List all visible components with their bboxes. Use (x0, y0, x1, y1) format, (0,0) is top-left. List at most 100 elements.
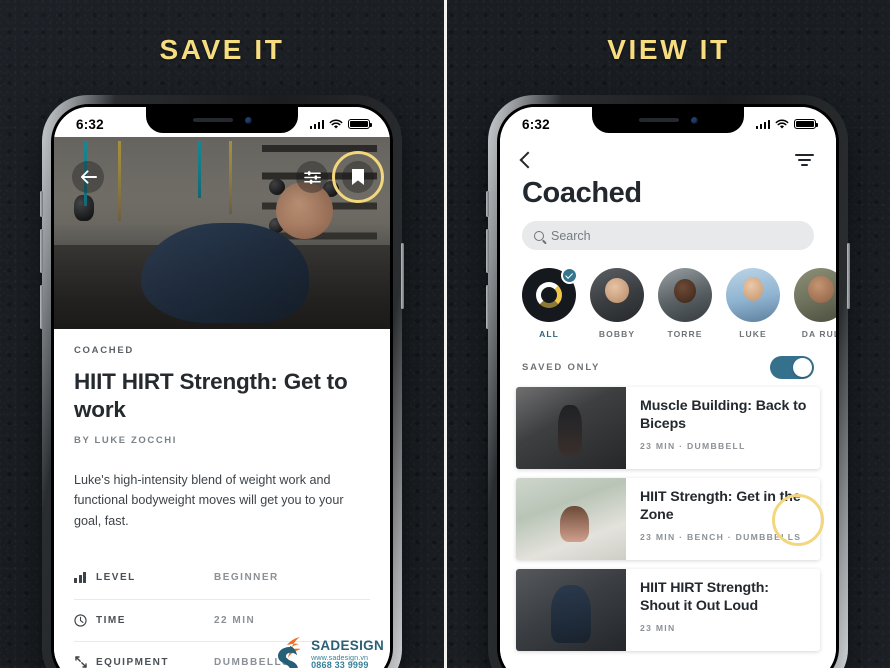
phone-power-button[interactable] (847, 243, 850, 309)
coach-chip-luke[interactable]: LUKE (726, 268, 780, 339)
chevron-left-icon (519, 151, 537, 169)
workout-card[interactable]: Muscle Building: Back to Biceps 23 MIN ·… (516, 387, 820, 469)
phone-volume-down-button[interactable] (40, 285, 43, 329)
page-title: Coached (522, 177, 642, 209)
sliders-icon (303, 170, 321, 184)
phone-mockup-right: 6:32 Coached Search ALL BOBBY TORRE LUKE… (486, 95, 850, 668)
workout-card-meta: 23 MIN (640, 622, 676, 633)
meta-label: TIME (96, 614, 126, 626)
list-topbar (500, 137, 836, 171)
back-button[interactable] (72, 161, 104, 193)
workout-card-body: HIIT HIRT Strength: Shout it Out Loud 23… (626, 569, 820, 651)
front-camera (690, 116, 698, 124)
watermark-phone: 0868 33 9999 (311, 660, 369, 668)
coach-chip-all[interactable]: ALL (522, 267, 578, 339)
saved-only-toggle-highlight-ring (772, 494, 824, 546)
phone-bezel-left: 6:32 COACHED HIIT HIRT Strength: Get to … (51, 104, 393, 668)
coach-label: LUKE (739, 329, 767, 339)
wifi-icon (775, 118, 789, 129)
workout-thumbnail (516, 478, 626, 560)
screen-left: 6:32 COACHED HIIT HIRT Strength: Get to … (54, 107, 390, 668)
workout-byline: BY LUKE ZOCCHI (74, 434, 177, 446)
panel-divider (444, 0, 447, 668)
sadesign-watermark: SADESIGN www.sadesign.vn 0868 33 9999 (270, 633, 384, 668)
cellular-signal-icon (309, 119, 324, 129)
phone-mute-button[interactable] (486, 191, 489, 217)
bar-chart-icon (74, 572, 96, 584)
front-camera (244, 116, 252, 124)
status-bar-right: 6:32 (500, 107, 836, 137)
battery-full-icon (348, 118, 372, 130)
filter-button[interactable] (795, 154, 814, 166)
phone-power-button[interactable] (401, 243, 404, 309)
workout-filter-button[interactable] (296, 161, 328, 193)
saved-only-label: SAVED ONLY (522, 361, 601, 373)
all-coaches-icon (536, 282, 562, 308)
phone-volume-down-button[interactable] (486, 285, 489, 329)
saved-only-toggle[interactable] (770, 355, 814, 379)
coach-filter-strip[interactable]: ALL BOBBY TORRE LUKE DA RU (500, 250, 836, 339)
sadesign-logo-icon (270, 633, 308, 668)
workout-card-meta: 23 MIN · DUMBBELL (640, 440, 746, 451)
saved-only-row: SAVED ONLY (500, 339, 836, 379)
coach-chip-bobby[interactable]: BOBBY (590, 268, 644, 339)
phone-volume-up-button[interactable] (40, 229, 43, 273)
coach-label: BOBBY (598, 329, 636, 339)
workout-detail-panel: COACHED HIIT HIRT Strength: Get to work … (54, 329, 390, 668)
workout-card-title: HIIT HIRT Strength: Shout it Out Loud (640, 580, 769, 615)
phone-mute-button[interactable] (40, 191, 43, 217)
status-indicators (755, 118, 818, 130)
screen-right: 6:32 Coached Search ALL BOBBY TORRE LUKE… (500, 107, 836, 668)
coached-list-screen: Coached Search ALL BOBBY TORRE LUKE DA R… (500, 137, 836, 668)
status-indicators (309, 118, 372, 130)
save-button-highlight-ring (332, 151, 384, 203)
status-time: 6:32 (76, 116, 104, 132)
workout-thumbnail (516, 569, 626, 651)
workout-card-body: Muscle Building: Back to Biceps 23 MIN ·… (626, 387, 820, 469)
search-input[interactable]: Search (522, 221, 814, 250)
coach-chip-torre[interactable]: TORRE (658, 268, 712, 339)
search-placeholder: Search (551, 228, 591, 243)
coach-label: TORRE (667, 329, 703, 339)
earpiece-speaker (192, 118, 233, 122)
search-icon (534, 230, 544, 241)
meta-label: LEVEL (96, 572, 136, 584)
earpiece-speaker (638, 118, 679, 122)
phone-notch (592, 107, 744, 133)
workout-category-kicker: COACHED (74, 345, 134, 356)
avatar (590, 268, 644, 322)
workout-card[interactable]: HIIT HIRT Strength: Shout it Out Loud 23… (516, 569, 820, 651)
filter-funnel-icon (795, 154, 814, 157)
workout-description: Luke's high-intensity blend of weight wo… (74, 472, 344, 528)
right-panel-heading: VIEW IT (607, 34, 730, 65)
meta-row-level: LEVEL BEGINNER (74, 557, 370, 599)
expand-arrows-icon (74, 655, 96, 668)
phone-mockup-left: 6:32 COACHED HIIT HIRT Strength: Get to … (40, 95, 404, 668)
watermark-brand: SADESIGN (311, 638, 384, 654)
toggle-knob (793, 357, 812, 377)
check-icon (561, 267, 578, 284)
avatar (522, 267, 578, 322)
avatar (794, 268, 836, 322)
clock-icon (74, 614, 96, 627)
meta-label: EQUIPMENT (96, 656, 169, 668)
meta-value: BEGINNER (214, 572, 279, 584)
avatar (726, 268, 780, 322)
status-time: 6:32 (522, 116, 550, 132)
workout-title: HIIT HIRT Strength: Get to work (74, 369, 348, 422)
left-panel-heading: SAVE IT (159, 34, 285, 65)
coach-label: ALL (539, 329, 559, 339)
back-button[interactable] (519, 151, 537, 169)
sadesign-watermark-text: SADESIGN www.sadesign.vn 0868 33 9999 (311, 638, 384, 668)
phone-notch (146, 107, 298, 133)
coach-label: DA RUL (801, 329, 836, 339)
phone-bezel-right: 6:32 Coached Search ALL BOBBY TORRE LUKE… (497, 104, 839, 668)
screenshot-root: SAVE IT VIEW IT 6:32 COACHED HIIT HIRT S… (0, 0, 890, 668)
status-bar-left: 6:32 (54, 107, 390, 137)
battery-full-icon (794, 118, 818, 130)
workout-card-title: Muscle Building: Back to Biceps (640, 398, 807, 433)
phone-volume-up-button[interactable] (486, 229, 489, 273)
meta-value: 22 MIN (214, 614, 256, 626)
wifi-icon (329, 118, 343, 129)
coach-chip-da-rul[interactable]: DA RUL (794, 268, 836, 339)
